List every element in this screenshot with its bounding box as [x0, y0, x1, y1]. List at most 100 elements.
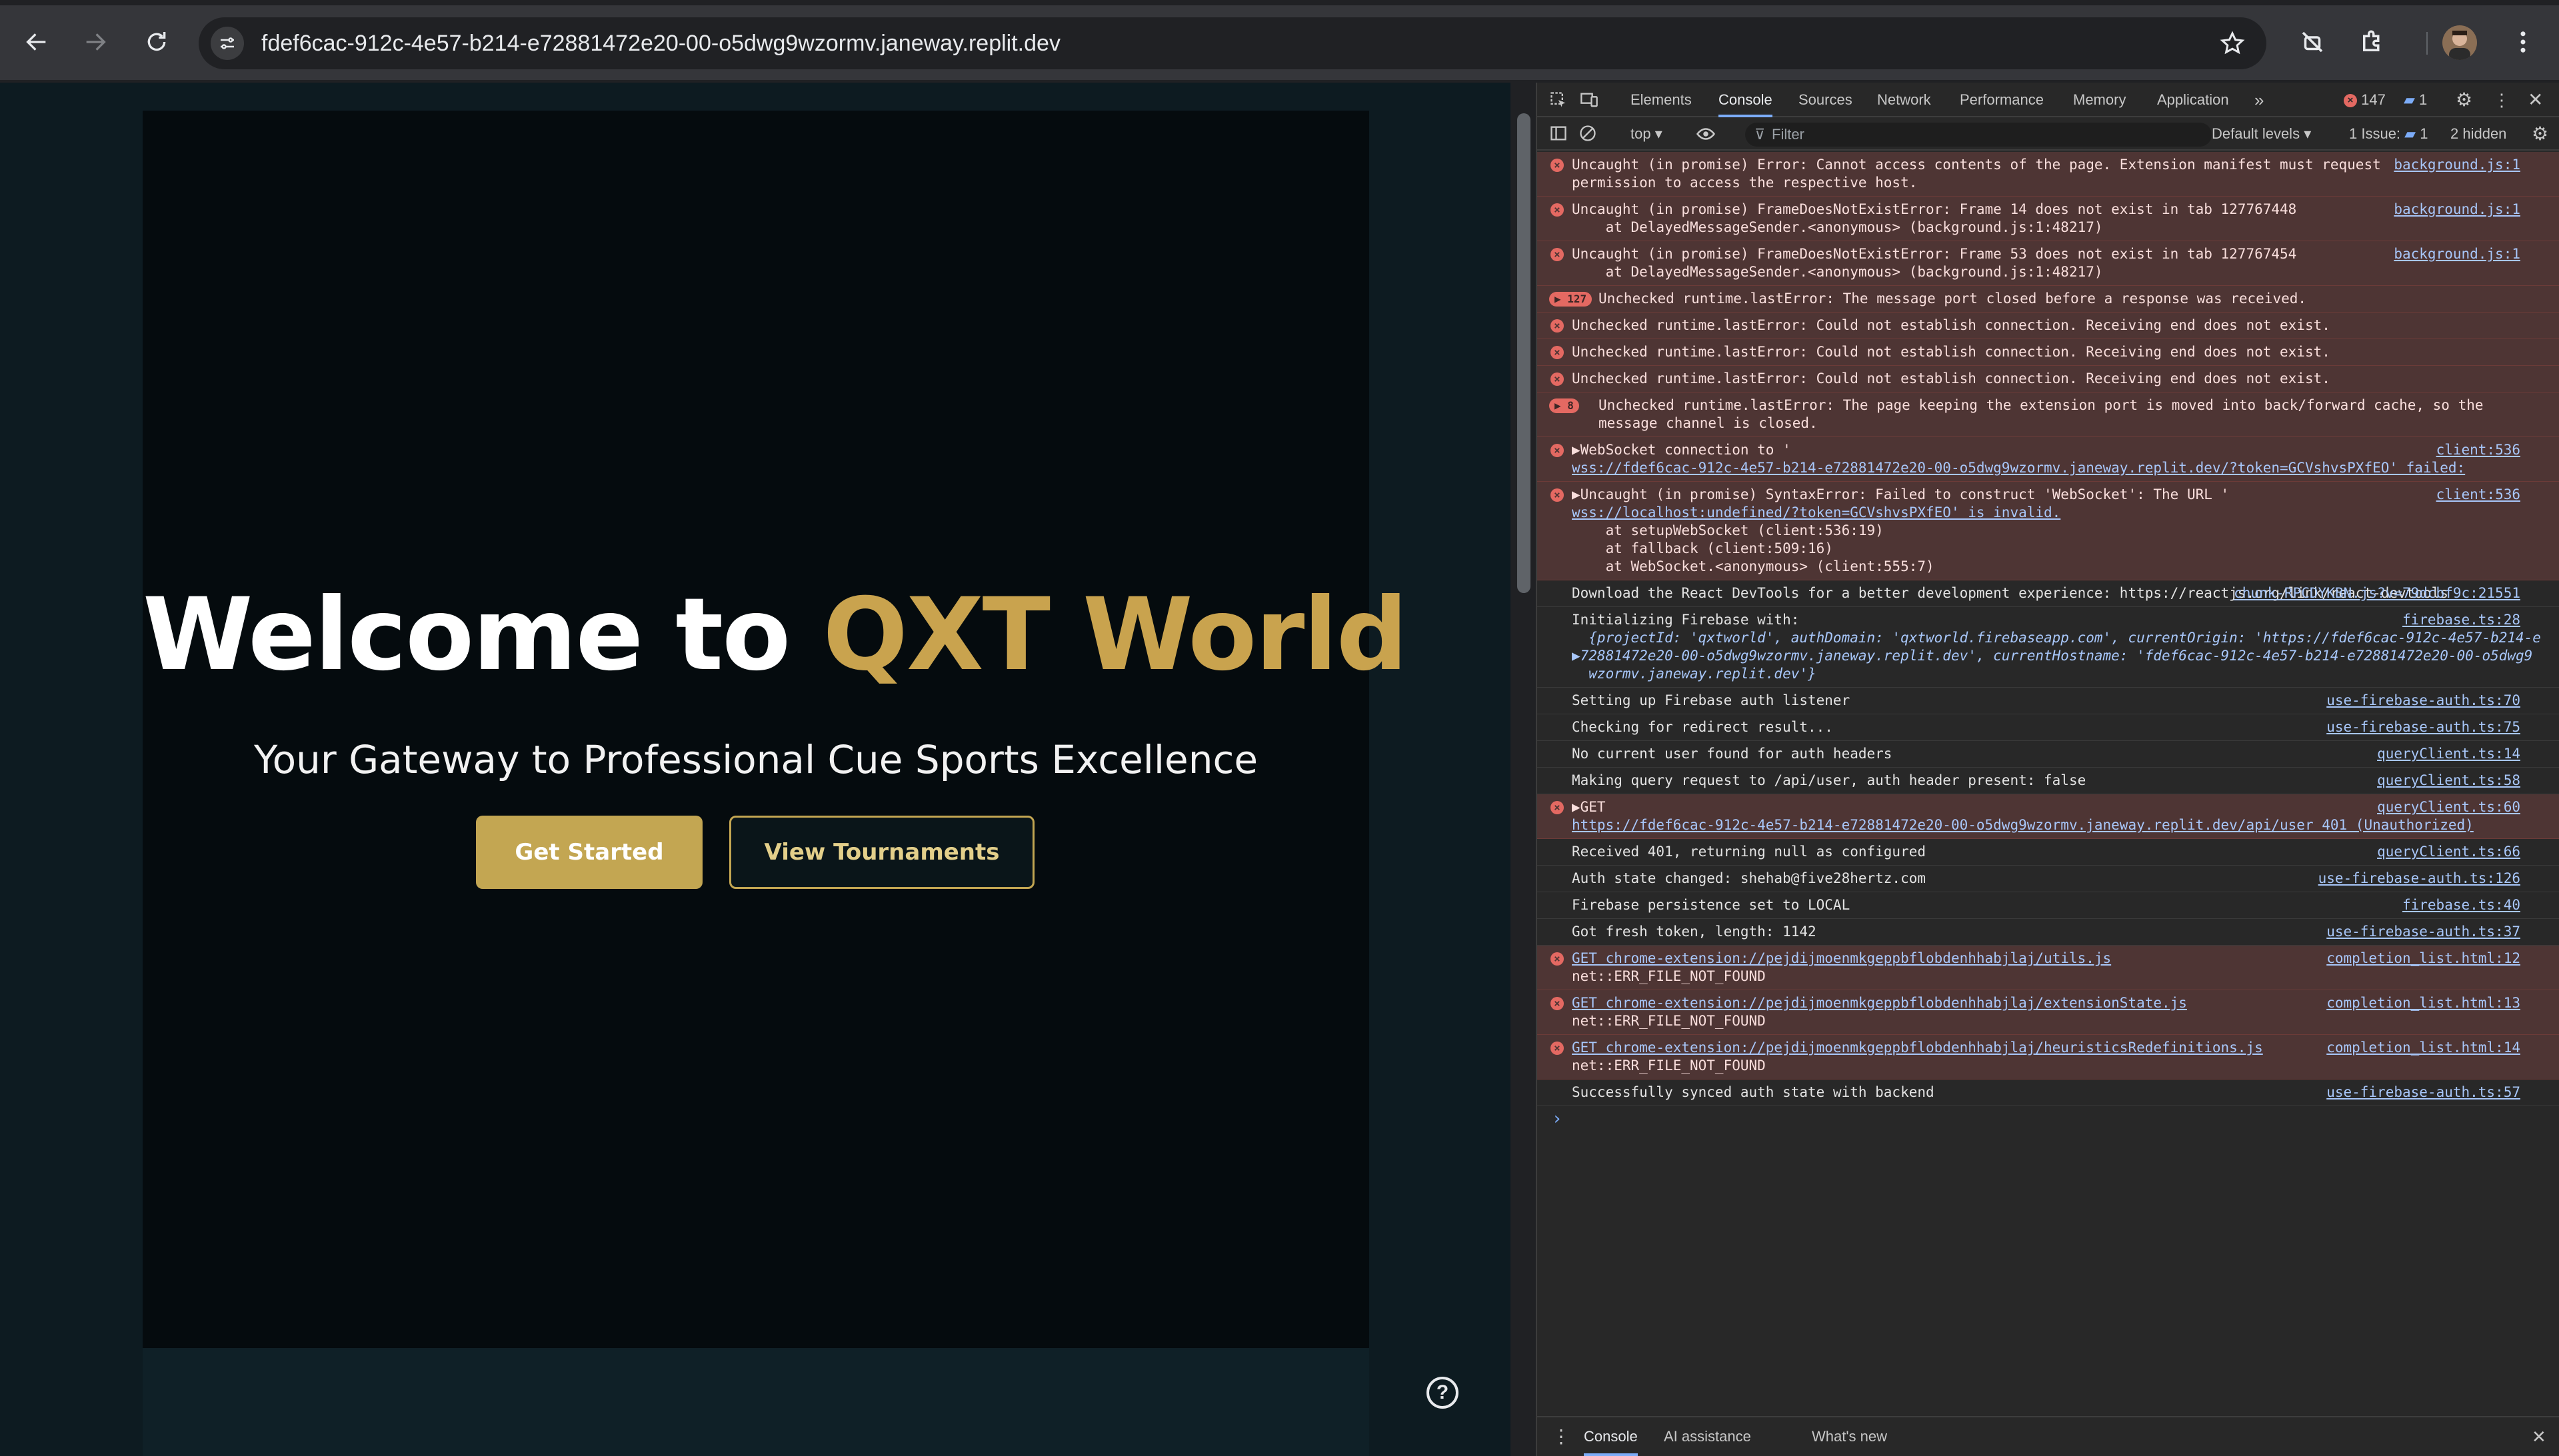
site-info-icon[interactable]	[211, 27, 244, 60]
forward-button[interactable]	[73, 20, 117, 64]
console-log-row[interactable]: Setting up Firebase auth listener use-fir…	[1537, 688, 2559, 714]
view-tournaments-button[interactable]: View Tournaments	[729, 816, 1035, 889]
close-devtools-icon[interactable]: ✕	[2528, 83, 2543, 117]
bookmark-star-icon[interactable]	[2216, 27, 2249, 60]
console-error-row[interactable]: × GET chrome-extension://pejdijmoenmkgepp…	[1537, 1035, 2559, 1080]
source-link[interactable]: completion_list.html:13	[2326, 994, 2520, 1012]
more-tabs-chevron-icon[interactable]: »	[2254, 83, 2264, 117]
console-error-row[interactable]: × Unchecked runtime.lastError: Could not …	[1537, 313, 2559, 339]
source-link[interactable]: queryClient.ts:60	[2377, 798, 2520, 816]
sidebar-toggle-icon[interactable]	[1549, 124, 1568, 147]
device-toolbar-icon[interactable]	[1580, 83, 1598, 117]
console-error-row[interactable]: × ▶WebSocket connection to ' wss://fdef6ca…	[1537, 437, 2559, 482]
console-error-row[interactable]: × GET chrome-extension://pejdijmoenmkgepp…	[1537, 946, 2559, 990]
reload-button[interactable]	[135, 20, 179, 64]
console-log-row[interactable]: Successfully synced auth state with back…	[1537, 1080, 2559, 1106]
source-link[interactable]: background.js:1	[2394, 156, 2520, 174]
console-log-row[interactable]: Making query request to /api/user, auth …	[1537, 768, 2559, 794]
tab-elements[interactable]: Elements	[1630, 83, 1692, 117]
devtools-resize-scrollbar[interactable]	[1510, 83, 1536, 1456]
scrollbar-thumb[interactable]	[1517, 113, 1530, 593]
tab-memory[interactable]: Memory	[2073, 83, 2126, 117]
console-error-row[interactable]: × ▶Uncaught (in promise) SyntaxError: Fai…	[1537, 482, 2559, 580]
source-link[interactable]: chunk-RPCDYKBN.js?v=79dcbf9c:21551	[2234, 584, 2520, 602]
console-line: at fallback (client:509:16)	[1572, 540, 1833, 556]
console-log-row[interactable]: Received 401, returning null as configur…	[1537, 839, 2559, 866]
source-link[interactable]: background.js:1	[2394, 201, 2520, 219]
console-error-row[interactable]: × Uncaught (in promise) FrameDoesNotExist…	[1537, 241, 2559, 286]
tab-performance[interactable]: Performance	[1960, 83, 2044, 117]
tab-sources[interactable]: Sources	[1798, 83, 1852, 117]
console-line: Unchecked runtime.lastError: Could not e…	[1572, 344, 2330, 360]
console-log-row[interactable]: Initializing Firebase with: {projectId: …	[1537, 607, 2559, 688]
message-counter[interactable]: ▰ 1	[2404, 83, 2427, 117]
drawer-tab-console[interactable]: Console	[1584, 1417, 1638, 1456]
console-error-row[interactable]: × GET chrome-extension://pejdijmoenmkgepp…	[1537, 990, 2559, 1035]
tab-application[interactable]: Application	[2157, 83, 2229, 117]
console-log-row[interactable]: Auth state changed: shehab@five28hertz.c…	[1537, 866, 2559, 892]
console-error-row[interactable]: × Uncaught (in promise) FrameDoesNotExist…	[1537, 197, 2559, 241]
drawer-tab-whats-new[interactable]: What's new	[1812, 1417, 1887, 1456]
back-button[interactable]	[15, 20, 59, 64]
context-selector[interactable]: top ▾	[1630, 125, 1662, 143]
error-icon: ×	[1550, 801, 1564, 814]
help-icon[interactable]: ?	[1426, 1377, 1458, 1409]
console-settings-gear-icon[interactable]: ⚙	[2532, 123, 2548, 145]
console-filter-input[interactable]: ⊽ Filter	[1745, 123, 2212, 147]
settings-gear-icon[interactable]: ⚙	[2456, 83, 2472, 117]
extensions-puzzle-icon[interactable]	[2350, 20, 2394, 64]
live-expression-eye-icon[interactable]	[1696, 124, 1716, 148]
clear-console-icon[interactable]	[1578, 124, 1597, 147]
console-log-row[interactable]: No current user found for auth headers qu…	[1537, 741, 2559, 768]
source-link[interactable]: queryClient.ts:58	[2377, 772, 2520, 790]
source-link[interactable]: use-firebase-auth.ts:75	[2326, 718, 2520, 736]
source-link[interactable]: firebase.ts:28	[2402, 611, 2520, 629]
console-error-row[interactable]: ▶ 8 Unchecked runtime.lastError: The page…	[1537, 392, 2559, 437]
console-error-row[interactable]: × Uncaught (in promise) Error: Cannot acc…	[1537, 152, 2559, 197]
devtools-more-icon[interactable]: ⋮	[2493, 83, 2510, 117]
log-levels-dropdown[interactable]: Default levels ▾	[2212, 125, 2311, 143]
console-line: Uncaught (in promise) FrameDoesNotExistE…	[1572, 201, 2297, 217]
more-menu-icon[interactable]	[2501, 20, 2545, 64]
source-link[interactable]: use-firebase-auth.ts:126	[2318, 870, 2520, 888]
close-drawer-icon[interactable]: ✕	[2532, 1417, 2546, 1456]
console-error-row[interactable]: ▶ 127 Unchecked runtime.lastError: The me…	[1537, 286, 2559, 313]
source-link[interactable]: use-firebase-auth.ts:37	[2326, 923, 2520, 941]
source-link[interactable]: completion_list.html:12	[2326, 950, 2520, 968]
console-error-row[interactable]: × Unchecked runtime.lastError: Could not …	[1537, 339, 2559, 366]
source-link[interactable]: queryClient.ts:14	[2377, 745, 2520, 763]
inspect-element-icon[interactable]	[1549, 83, 1568, 117]
error-counter[interactable]: × 147	[2344, 83, 2386, 117]
console-log-row[interactable]: Firebase persistence set to LOCAL firebas…	[1537, 892, 2559, 919]
source-link[interactable]: use-firebase-auth.ts:70	[2326, 692, 2520, 710]
source-link[interactable]: firebase.ts:40	[2402, 896, 2520, 914]
drawer-tab-ai-assistance[interactable]: AI assistance	[1664, 1417, 1751, 1456]
get-started-button[interactable]: Get Started	[476, 816, 703, 889]
console-error-row[interactable]: × Unchecked runtime.lastError: Could not …	[1537, 366, 2559, 392]
console-message-text: Uncaught (in promise) FrameDoesNotExistE…	[1572, 201, 2520, 237]
console-prompt[interactable]: ›	[1537, 1106, 2559, 1128]
console-log-row[interactable]: Got fresh token, length: 1142 use-firebas…	[1537, 919, 2559, 946]
source-link[interactable]: background.js:1	[2394, 245, 2520, 263]
tab-console[interactable]: Console	[1718, 83, 1772, 117]
extension-blocked-icon[interactable]	[2290, 20, 2334, 64]
error-icon: ×	[1550, 248, 1564, 261]
drawer-menu-icon[interactable]: ⋮	[1552, 1417, 1570, 1456]
source-link[interactable]: client:536	[2436, 441, 2520, 459]
error-icon: ×	[1550, 1042, 1564, 1055]
source-link[interactable]: use-firebase-auth.ts:57	[2326, 1084, 2520, 1101]
console-log-row[interactable]: Checking for redirect result... use-fireb…	[1537, 714, 2559, 741]
error-icon: ×	[1550, 372, 1564, 386]
tab-network[interactable]: Network	[1877, 83, 1931, 117]
source-link[interactable]: client:536	[2436, 486, 2520, 504]
console-error-row[interactable]: × ▶GET https://fdef6cac-912c-4e57-b214-e72…	[1537, 794, 2559, 839]
profile-avatar[interactable]	[2442, 25, 2477, 60]
issues-indicator[interactable]: 1 Issue: ▰ 1	[2349, 125, 2428, 143]
source-link[interactable]: completion_list.html:14	[2326, 1039, 2520, 1057]
address-bar[interactable]: fdef6cac-912c-4e57-b214-e72881472e20-00-…	[199, 17, 2266, 69]
filter-funnel-icon: ⊽	[1754, 126, 1766, 143]
web-page: Welcome to QXT World Your Gateway to Pro…	[0, 83, 1510, 1456]
console-log-row[interactable]: Download the React DevTools for a better…	[1537, 580, 2559, 607]
console-message-text: ▶WebSocket connection to ' wss://fdef6cac…	[1572, 441, 2520, 477]
source-link[interactable]: queryClient.ts:66	[2377, 843, 2520, 861]
